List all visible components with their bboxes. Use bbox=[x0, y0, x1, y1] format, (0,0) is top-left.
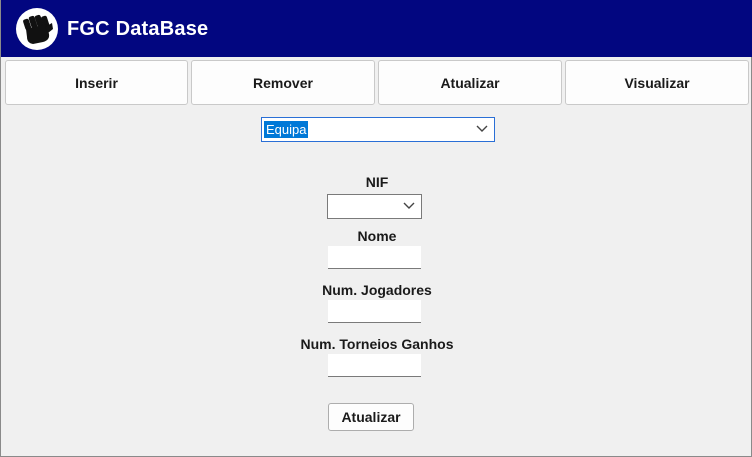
chevron-down-icon bbox=[476, 125, 488, 132]
num-jogadores-input[interactable] bbox=[328, 300, 421, 323]
nav-atualizar-button[interactable]: Atualizar bbox=[378, 60, 562, 105]
nav-visualizar-button[interactable]: Visualizar bbox=[565, 60, 749, 105]
nav-remover-button[interactable]: Remover bbox=[191, 60, 375, 105]
nav-inserir-button[interactable]: Inserir bbox=[5, 60, 188, 105]
nome-label: Nome bbox=[357, 228, 397, 244]
nome-input[interactable] bbox=[328, 246, 421, 269]
num-torneios-input[interactable] bbox=[328, 354, 421, 377]
app-title: FGC DataBase bbox=[67, 18, 209, 40]
num-jogadores-label: Num. Jogadores bbox=[322, 282, 432, 298]
chevron-down-icon bbox=[403, 202, 415, 209]
title-bar: FGC DataBase bbox=[1, 0, 752, 57]
fist-icon bbox=[16, 8, 58, 50]
entity-select-value: Equipa bbox=[264, 121, 309, 138]
nif-label: NIF bbox=[365, 174, 389, 190]
nif-select[interactable] bbox=[327, 194, 422, 219]
atualizar-submit-button[interactable]: Atualizar bbox=[328, 403, 414, 431]
entity-select[interactable]: Equipa bbox=[261, 117, 495, 142]
num-torneios-label: Num. Torneios Ganhos bbox=[300, 336, 454, 352]
app-window: FGC DataBase Inserir Remover Atualizar V… bbox=[0, 0, 752, 457]
